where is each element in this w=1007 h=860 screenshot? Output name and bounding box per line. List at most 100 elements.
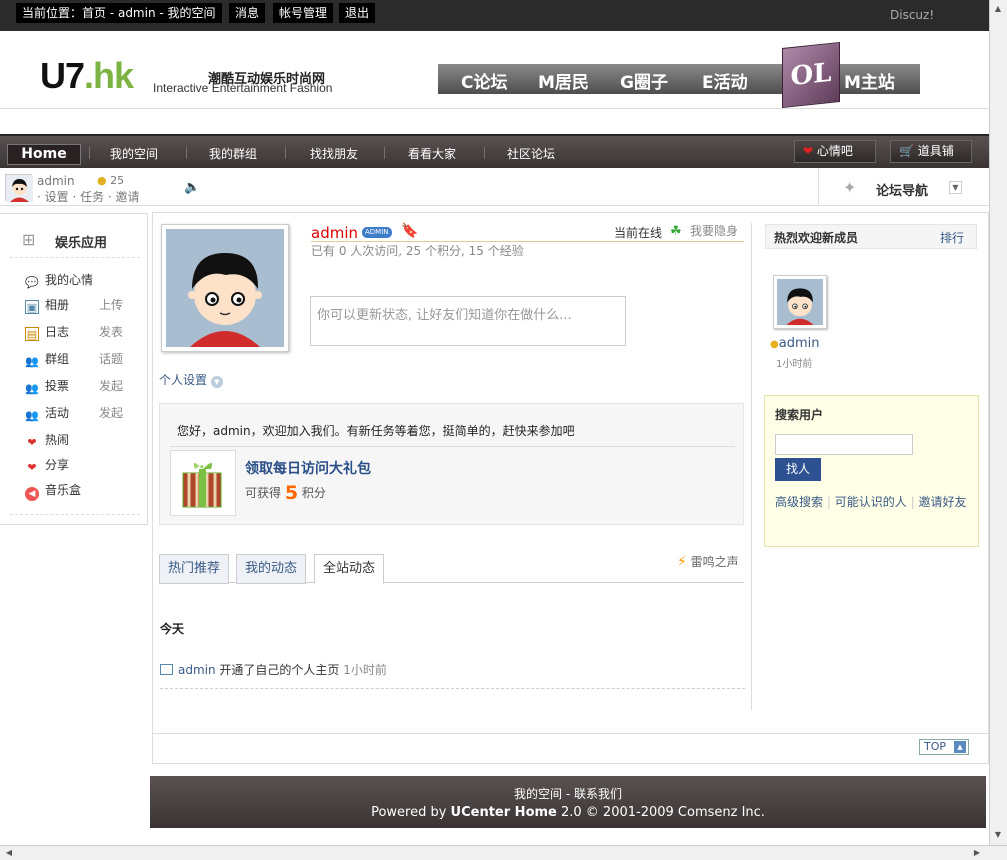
back-to-top-button[interactable]: TOP ▲ <box>919 739 969 755</box>
task-reward: 可获得 5 积分 <box>245 482 326 504</box>
ol-logo[interactable]: OL <box>782 41 840 109</box>
search-user-input[interactable] <box>775 434 913 455</box>
nav-my-space[interactable]: 我的空间 <box>110 145 158 162</box>
messages-link[interactable]: 消息 <box>229 3 266 23</box>
mood-bar-button[interactable]: ❤ 心情吧 <box>794 140 876 163</box>
horizontal-scrollbar[interactable]: ◀ ▶ <box>0 845 1007 860</box>
content-bottom-strip: TOP ▲ <box>153 733 988 763</box>
nav-find-friends[interactable]: 找找朋友 <box>310 145 358 162</box>
profile-stats: 已有 0 人次访问, 25 个积分, 15 个经验 <box>311 244 524 258</box>
slogan-en: Interactive Entertainment Fashion <box>153 81 333 95</box>
site-link-residents[interactable]: M居民 <box>538 68 589 93</box>
member-name-link[interactable]: ●admin <box>770 336 819 351</box>
logout-link[interactable]: 退出 <box>339 3 376 23</box>
scroll-left-icon[interactable]: ◀ <box>2 846 16 860</box>
feed-user-link[interactable]: admin <box>178 663 216 677</box>
app-share[interactable]: ❤ 分享 <box>25 456 69 474</box>
main-nav: Home 我的空间 我的群组 找找朋友 看看大家 社区论坛 ❤ 心情吧 🛒 道具… <box>0 134 989 168</box>
album-upload-link[interactable]: 上传 <box>99 296 123 313</box>
advanced-search-link[interactable]: 高级搜索 <box>775 495 823 509</box>
arrow-up-icon: ▲ <box>954 741 966 753</box>
personal-settings-dropdown[interactable]: 个人设置 ▼ <box>159 371 223 388</box>
nav-forum[interactable]: 社区论坛 <box>507 145 555 162</box>
app-poll[interactable]: 👥 投票 <box>25 377 69 395</box>
app-events[interactable]: 👥 活动 <box>25 404 69 422</box>
app-album[interactable]: ▣ 相册 <box>25 296 69 314</box>
search-links: 高级搜索 | 可能认识的人 | 邀请好友 <box>775 495 967 509</box>
app-mood[interactable]: 💬 我的心情 <box>25 271 93 289</box>
app-blog[interactable]: ▤ 日志 <box>25 323 69 341</box>
forum-nav-icon: ✦ <box>843 178 857 197</box>
site-link-events[interactable]: E活动 <box>702 68 748 93</box>
member-avatar[interactable] <box>773 275 827 329</box>
find-people-button[interactable]: 找人 <box>775 458 821 481</box>
member-join-time: 1小时前 <box>776 359 813 370</box>
profile-name[interactable]: admin <box>311 224 358 242</box>
site-link-main[interactable]: M主站 <box>844 68 895 93</box>
footer-my-space-link[interactable]: 我的空间 <box>514 787 562 801</box>
app-hot[interactable]: ❤ 热闹 <box>25 431 69 449</box>
discuz-link[interactable]: Discuz! <box>890 8 934 22</box>
site-nav: C论坛 M居民 G圈子 E活动 M主站 <box>438 64 920 94</box>
ucenter-home-link[interactable]: UCenter Home <box>451 805 557 820</box>
thunder-link[interactable]: ⚡ 雷鸣之声 <box>677 553 739 570</box>
speaker-icon[interactable]: 🔈 <box>184 180 200 195</box>
invite-friends-link[interactable]: 邀请好友 <box>918 495 966 509</box>
user-bar: admin ● 25 · 设置 · 任务 · 邀请 🔈 ✦ 论坛导航 ▼ <box>0 168 989 206</box>
apps-icon: ⊞ <box>22 230 36 249</box>
search-users-panel: 搜索用户 找人 高级搜索 | 可能认识的人 | 邀请好友 <box>764 395 979 547</box>
tab-all-feed[interactable]: 全站动态 <box>314 554 385 584</box>
tab-hot[interactable]: 热门推荐 <box>159 554 230 584</box>
user-mini-avatar[interactable] <box>5 174 33 202</box>
clover-icon: ☘ <box>670 224 682 239</box>
scroll-down-icon[interactable]: ▼ <box>991 828 1005 842</box>
footer-contact-link[interactable]: - 联系我们 <box>562 787 622 801</box>
user-name-link[interactable]: admin <box>37 174 75 188</box>
music-icon: ◀ <box>25 487 39 501</box>
heart-icon: ❤ <box>803 144 814 158</box>
photo-icon: ▣ <box>25 300 39 314</box>
nav-see-everyone[interactable]: 看看大家 <box>408 145 456 162</box>
search-users-title: 搜索用户 <box>775 408 824 422</box>
main-content: admin ADMIN 🔖 当前在线 ☘ 我要隐身 已有 0 人次访问, 25 … <box>152 212 989 764</box>
status-input[interactable]: 你可以更新状态, 让好友们知道你在做什么... <box>310 296 626 346</box>
poll-icon: 👥 <box>25 382 39 395</box>
site-link-forum[interactable]: C论坛 <box>461 68 507 93</box>
breadcrumb: 当前位置：首页 - admin - 我的空间 <box>16 3 222 23</box>
rank-link[interactable]: 排行 <box>940 229 964 246</box>
chevron-down-icon[interactable]: ▼ <box>949 181 962 194</box>
props-shop-button[interactable]: 🛒 道具铺 <box>890 140 972 163</box>
app-music[interactable]: ◀ 音乐盒 <box>25 481 81 501</box>
scroll-up-icon[interactable]: ▲ <box>991 2 1005 16</box>
tab-my-feed[interactable]: 我的动态 <box>236 554 307 584</box>
lightning-icon: ⚡ <box>677 554 687 570</box>
task-welcome: 您好，admin，欢迎加入我们。有新任务等着您，挺简单的，赶快来参加吧 <box>177 424 575 438</box>
nav-home[interactable]: Home <box>7 144 81 165</box>
site-link-groups[interactable]: G圈子 <box>620 68 668 93</box>
forum-nav-dropdown[interactable]: ✦ 论坛导航 ▼ <box>818 168 989 206</box>
user-quick-links[interactable]: · 设置 · 任务 · 邀请 <box>37 188 140 205</box>
scroll-right-icon[interactable]: ▶ <box>970 846 984 860</box>
cart-icon: 🛒 <box>899 144 914 158</box>
task-title-link[interactable]: 领取每日访问大礼包 <box>245 458 371 478</box>
footer: 我的空间 - 联系我们 Powered by UCenter Home 2.0 … <box>150 776 986 828</box>
feed-section-today: 今天 <box>160 622 185 636</box>
vertical-scrollbar[interactable]: ▲ ▼ <box>989 0 1007 845</box>
feed-tabs: 热门推荐 我的动态 全站动态 <box>159 554 744 584</box>
poll-create-link[interactable]: 发起 <box>99 377 123 394</box>
apps-title: 娱乐应用 <box>55 236 108 251</box>
go-invisible-link[interactable]: 我要隐身 <box>690 222 738 239</box>
account-link[interactable]: 帐号管理 <box>273 3 334 23</box>
coin-icon: ● <box>97 174 107 187</box>
admin-badge: ADMIN <box>362 227 392 238</box>
nav-my-groups[interactable]: 我的群组 <box>209 145 257 162</box>
new-members-title: 热烈欢迎新成员 <box>774 231 859 245</box>
app-groups[interactable]: 👥 群组 <box>25 350 69 368</box>
site-logo[interactable]: U7.hk <box>40 55 134 97</box>
people-you-may-know-link[interactable]: 可能认识的人 <box>835 495 907 509</box>
event-create-link[interactable]: 发起 <box>99 404 123 421</box>
gift-icon[interactable] <box>170 450 236 516</box>
profile-avatar[interactable] <box>161 224 289 352</box>
blog-post-link[interactable]: 发表 <box>99 323 123 340</box>
group-topic-link[interactable]: 话题 <box>99 350 123 367</box>
